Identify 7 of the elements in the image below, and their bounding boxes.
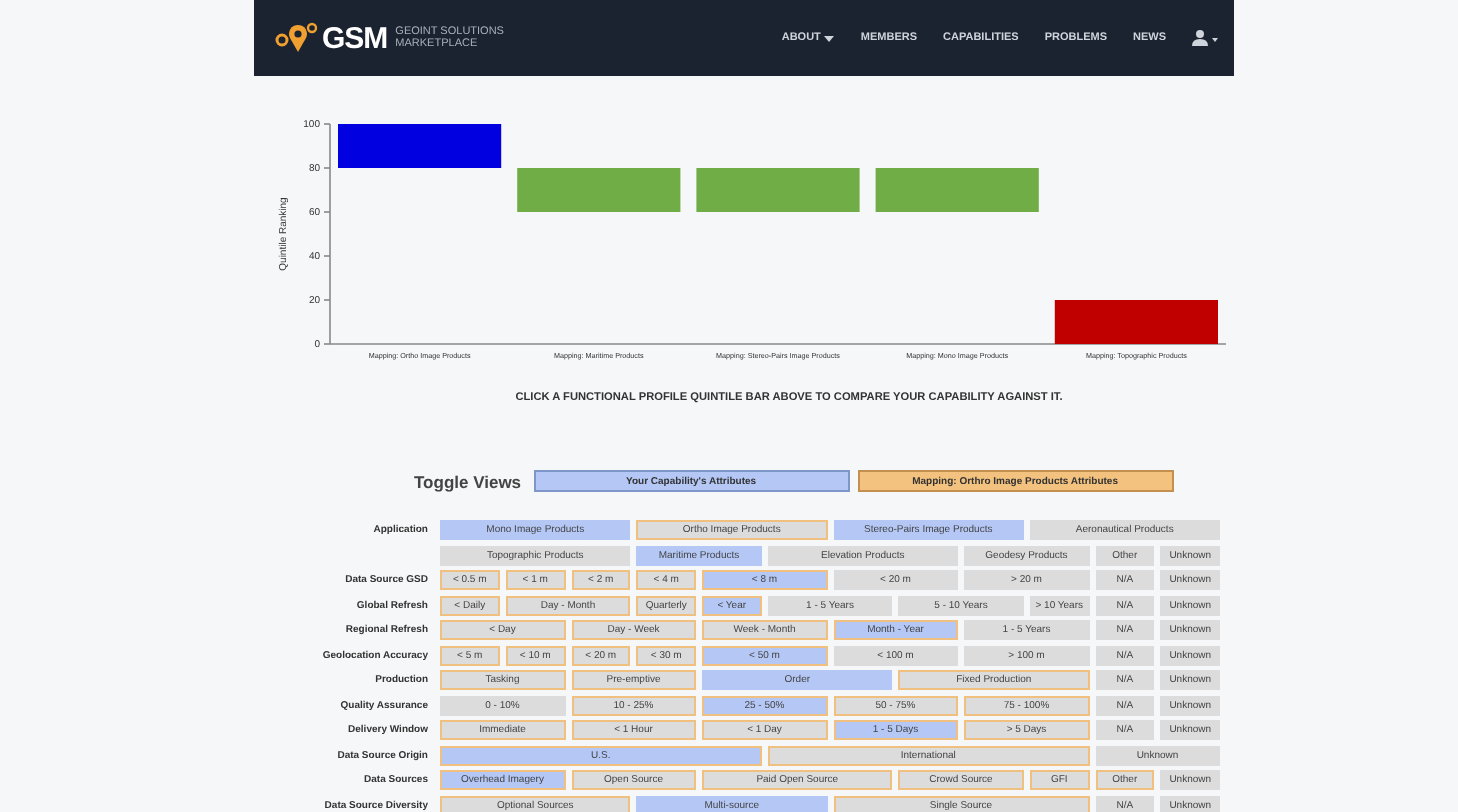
- map-pin-icon: [274, 22, 318, 54]
- toggle-label: Toggle Views: [414, 471, 522, 491]
- chart-bar[interactable]: [1054, 299, 1218, 345]
- logo-text[interactable]: GSM: [322, 21, 388, 55]
- chart-bar[interactable]: [338, 123, 502, 169]
- user-icon: [1192, 30, 1218, 46]
- user-menu[interactable]: [1192, 26, 1218, 50]
